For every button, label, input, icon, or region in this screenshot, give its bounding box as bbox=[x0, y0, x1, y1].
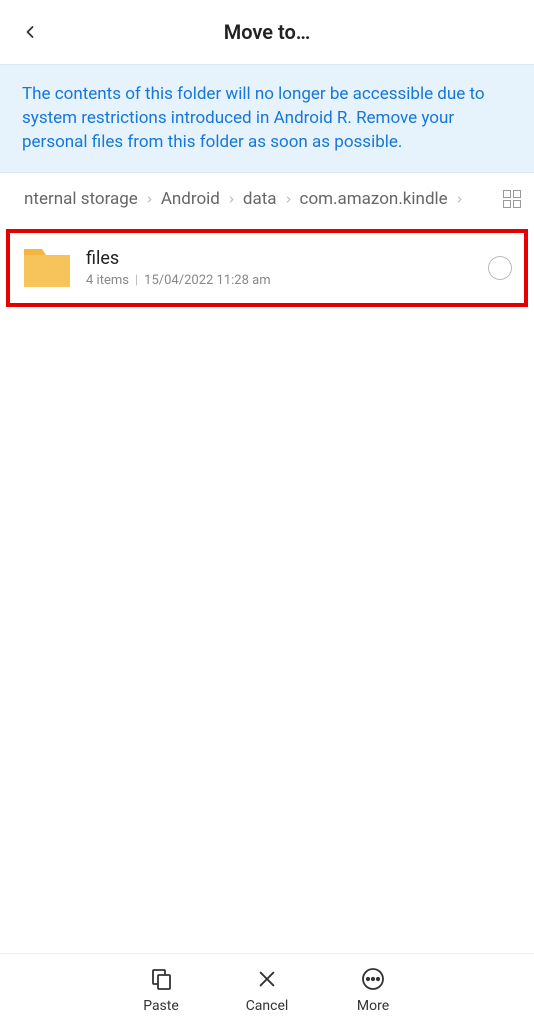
file-info: files 4 items|15/04/2022 11:28 am bbox=[86, 248, 474, 288]
file-count: 4 items bbox=[86, 273, 129, 288]
chevron-right-icon bbox=[144, 194, 155, 205]
breadcrumb-item[interactable]: com.amazon.kindle bbox=[300, 189, 448, 209]
file-meta: 4 items|15/04/2022 11:28 am bbox=[86, 273, 474, 288]
file-list: files 4 items|15/04/2022 11:28 am bbox=[0, 225, 534, 953]
cancel-button[interactable]: Cancel bbox=[242, 966, 292, 1014]
breadcrumb-items: nternal storage Android data com.amazon.… bbox=[24, 189, 486, 209]
breadcrumb: nternal storage Android data com.amazon.… bbox=[0, 173, 534, 225]
warning-banner: The contents of this folder will no long… bbox=[0, 64, 534, 173]
list-item[interactable]: files 4 items|15/04/2022 11:28 am bbox=[6, 229, 528, 307]
paste-icon bbox=[148, 966, 174, 992]
chevron-right-icon bbox=[454, 194, 465, 205]
back-button[interactable] bbox=[12, 14, 48, 50]
chevron-right-icon bbox=[283, 194, 294, 205]
grid-view-toggle[interactable] bbox=[500, 187, 524, 211]
more-button[interactable]: More bbox=[348, 966, 398, 1014]
file-name: files bbox=[86, 248, 474, 269]
page-title: Move to… bbox=[0, 20, 534, 44]
paste-button[interactable]: Paste bbox=[136, 966, 186, 1014]
select-checkbox[interactable] bbox=[488, 256, 512, 280]
chevron-right-icon bbox=[226, 194, 237, 205]
header: Move to… bbox=[0, 0, 534, 64]
file-date: 15/04/2022 11:28 am bbox=[144, 273, 270, 288]
more-label: More bbox=[357, 998, 389, 1014]
close-icon bbox=[254, 966, 280, 992]
folder-icon bbox=[22, 243, 72, 293]
breadcrumb-item[interactable]: Android bbox=[161, 189, 220, 209]
breadcrumb-item[interactable]: nternal storage bbox=[24, 189, 138, 209]
footer-toolbar: Paste Cancel More bbox=[0, 953, 534, 1028]
breadcrumb-item[interactable]: data bbox=[243, 189, 277, 209]
more-icon bbox=[360, 966, 386, 992]
paste-label: Paste bbox=[143, 998, 179, 1014]
chevron-left-icon bbox=[20, 22, 40, 42]
cancel-label: Cancel bbox=[246, 998, 289, 1014]
